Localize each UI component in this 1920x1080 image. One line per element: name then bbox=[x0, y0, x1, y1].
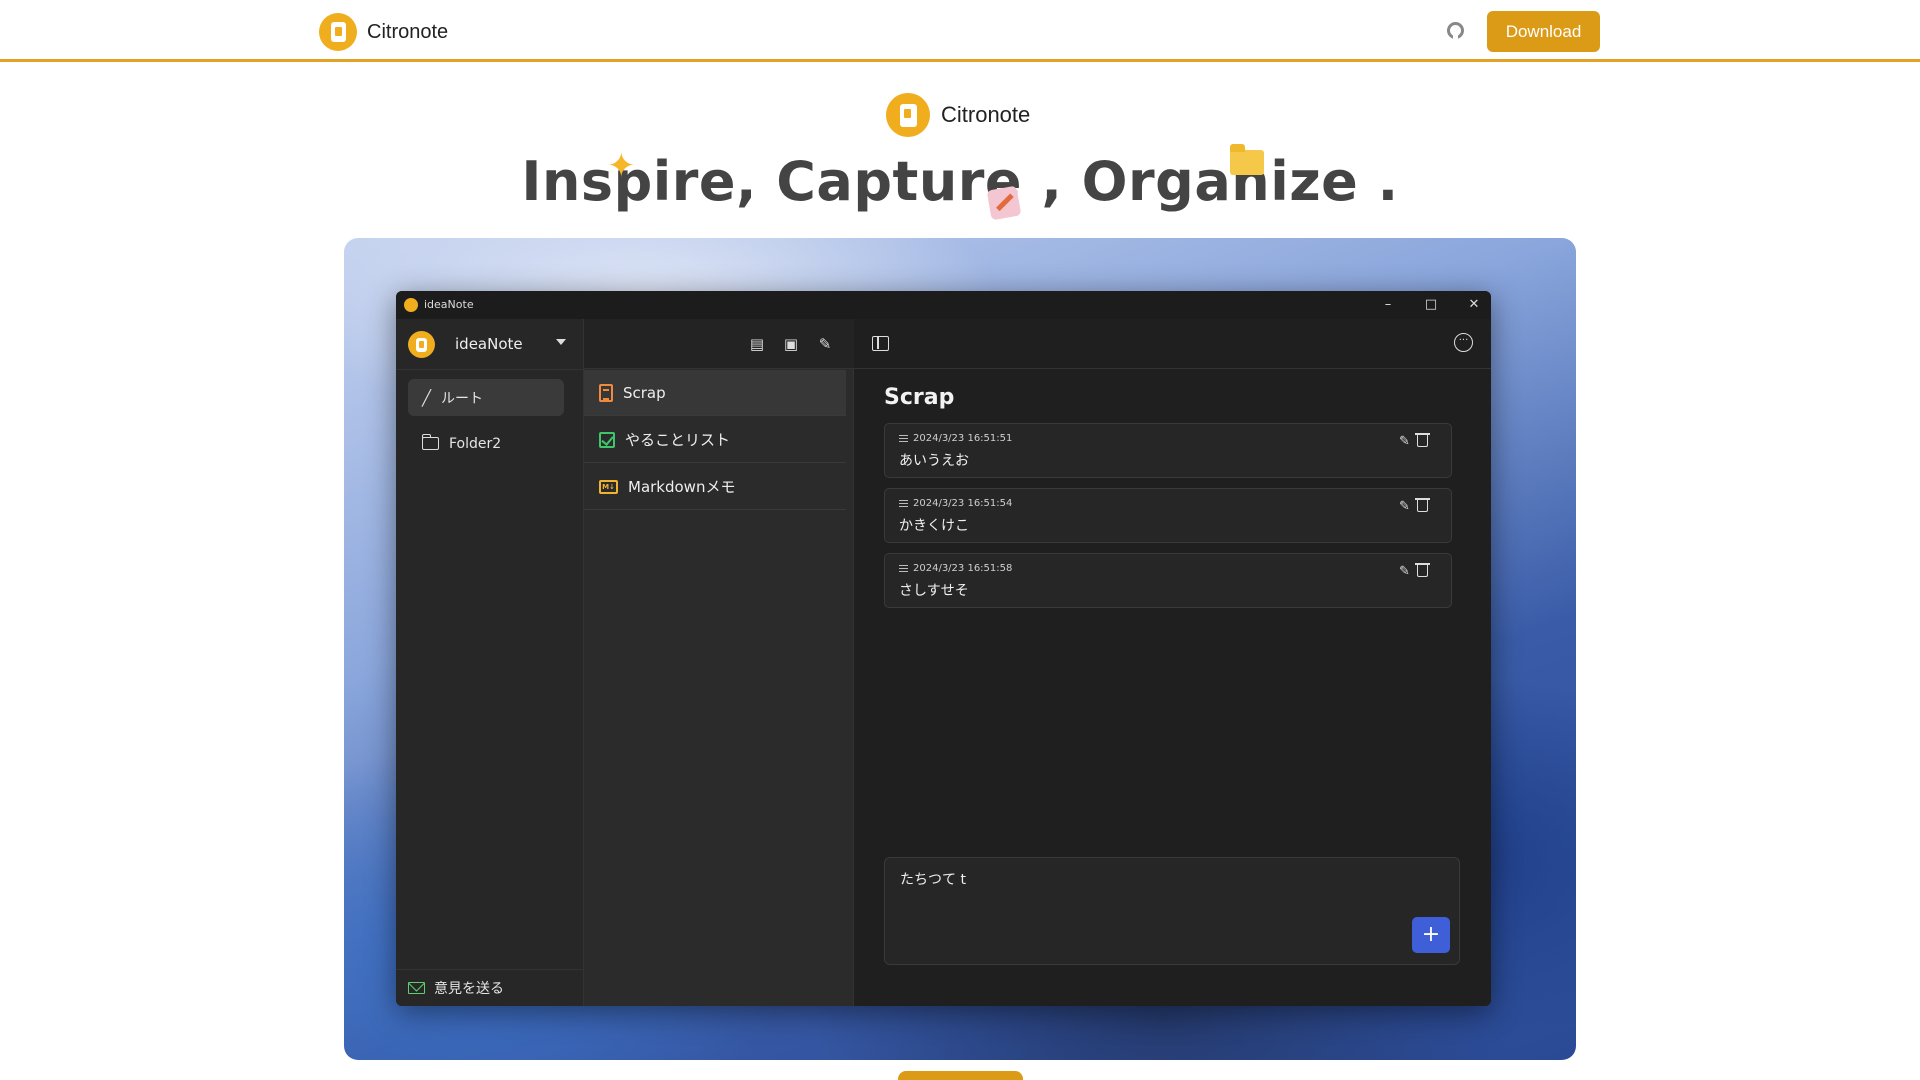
hero-brand-name: Citronote bbox=[941, 102, 1031, 127]
trash-icon[interactable] bbox=[1415, 498, 1430, 512]
edit-pencil-icon[interactable]: ✎ bbox=[1399, 564, 1410, 579]
nav-brand-name: Citronote bbox=[367, 20, 449, 43]
entry-timestamp-text: 2024/3/23 16:51:58 bbox=[913, 563, 1013, 574]
entry-text: あいうえお bbox=[899, 453, 969, 469]
new-note-icon[interactable]: ✎ bbox=[815, 334, 835, 354]
app-window: ideaNote – □ ✕ ideaNote ╱ ルート Folder2 意見… bbox=[396, 291, 1491, 1006]
markdown-icon: M↓ bbox=[599, 479, 618, 494]
entry-timestamp: 2024/3/23 16:51:54 bbox=[899, 498, 1012, 509]
scrap-icon bbox=[599, 383, 613, 402]
workspace-name[interactable]: ideaNote bbox=[455, 335, 523, 353]
note-content: ··· Scrap 2024/3/23 16:51:51 あいうえお ✎ 202… bbox=[854, 319, 1491, 1006]
folder-sidebar: ideaNote ╱ ルート Folder2 意見を送る bbox=[396, 319, 584, 1006]
entry-text: さしすせそ bbox=[899, 583, 969, 599]
entry-timestamp-text: 2024/3/23 16:51:51 bbox=[913, 433, 1013, 444]
scrap-entry: 2024/3/23 16:51:58 さしすせそ ✎ bbox=[884, 553, 1452, 608]
scrap-entry: 2024/3/23 16:51:54 かきくけこ ✎ bbox=[884, 488, 1452, 543]
checkbox-icon bbox=[599, 431, 615, 448]
sidebar-item-root[interactable]: ╱ ルート bbox=[408, 379, 564, 416]
sidebar-item-folder2[interactable]: Folder2 bbox=[408, 425, 564, 462]
entry-text: かきくけこ bbox=[899, 518, 969, 534]
slash-icon: ╱ bbox=[422, 388, 432, 407]
workspace-logo-icon bbox=[408, 331, 435, 358]
hero-brand: Citronote bbox=[886, 93, 1030, 137]
scrap-composer[interactable]: たちつて t + bbox=[884, 857, 1460, 965]
entry-timestamp: 2024/3/23 16:51:51 bbox=[899, 433, 1012, 444]
chevron-down-icon[interactable] bbox=[556, 339, 566, 345]
sidebar-item-label: ルート bbox=[441, 390, 484, 407]
sparkle-icon: ✦ bbox=[607, 147, 636, 185]
note-item-markdown[interactable]: M↓ Markdownメモ bbox=[584, 464, 846, 510]
lines-icon bbox=[899, 565, 908, 572]
nav-brand[interactable]: Citronote bbox=[319, 13, 448, 51]
window-titlebar: ideaNote – □ ✕ bbox=[396, 291, 1491, 319]
new-scrap-icon[interactable]: ▤ bbox=[747, 334, 767, 354]
more-options-icon[interactable]: ··· bbox=[1454, 333, 1473, 352]
top-navigation: Citronote Download bbox=[0, 0, 1920, 62]
sidebar-divider bbox=[396, 369, 584, 370]
note-list: ▤ ▣ ✎ Scrap やることリスト M↓ Markdownメモ bbox=[584, 319, 854, 1006]
note-item-label: やることリスト bbox=[625, 431, 731, 449]
bottom-cta-button[interactable] bbox=[898, 1071, 1023, 1080]
edit-pencil-icon[interactable]: ✎ bbox=[1399, 434, 1410, 449]
content-toolbar: ··· bbox=[854, 319, 1491, 369]
send-feedback-button[interactable]: 意見を送る bbox=[396, 969, 584, 1006]
window-title: ideaNote bbox=[424, 298, 474, 311]
pencil-icon bbox=[986, 185, 1022, 221]
feedback-label: 意見を送る bbox=[434, 981, 504, 997]
trash-icon[interactable] bbox=[1415, 563, 1430, 577]
folder-emoji-icon bbox=[1230, 144, 1264, 175]
citronote-logo-icon bbox=[319, 13, 357, 51]
entry-timestamp: 2024/3/23 16:51:58 bbox=[899, 563, 1012, 574]
github-icon[interactable] bbox=[1447, 22, 1464, 39]
close-icon[interactable]: ✕ bbox=[1463, 294, 1485, 316]
lines-icon bbox=[899, 435, 908, 442]
edit-pencil-icon[interactable]: ✎ bbox=[1399, 499, 1410, 514]
minimize-icon[interactable]: – bbox=[1377, 294, 1399, 316]
lines-icon bbox=[899, 500, 908, 507]
folder-icon bbox=[421, 434, 439, 450]
trash-icon[interactable] bbox=[1415, 433, 1430, 447]
hero-logo-icon bbox=[886, 93, 930, 137]
note-item-scrap[interactable]: Scrap bbox=[584, 370, 846, 416]
add-scrap-button[interactable]: + bbox=[1412, 917, 1450, 953]
entry-timestamp-text: 2024/3/23 16:51:54 bbox=[913, 498, 1013, 509]
note-item-label: Markdownメモ bbox=[628, 478, 736, 496]
maximize-icon[interactable]: □ bbox=[1420, 294, 1442, 316]
note-item-label: Scrap bbox=[623, 383, 666, 402]
app-logo-icon bbox=[404, 298, 418, 312]
hero-tagline: Inspire, Capture , Organize . bbox=[521, 150, 1399, 213]
sidebar-item-label: Folder2 bbox=[449, 435, 502, 452]
mail-icon bbox=[408, 982, 425, 994]
note-list-toolbar: ▤ ▣ ✎ bbox=[584, 319, 854, 369]
download-button[interactable]: Download bbox=[1487, 11, 1600, 52]
toggle-sidebar-icon[interactable] bbox=[872, 336, 889, 351]
note-item-todo[interactable]: やることリスト bbox=[584, 417, 846, 463]
scrap-entry: 2024/3/23 16:51:51 あいうえお ✎ bbox=[884, 423, 1452, 478]
composer-input[interactable]: たちつて t bbox=[900, 869, 966, 889]
note-title: Scrap bbox=[884, 385, 955, 410]
new-markdown-icon[interactable]: ▣ bbox=[781, 334, 801, 354]
